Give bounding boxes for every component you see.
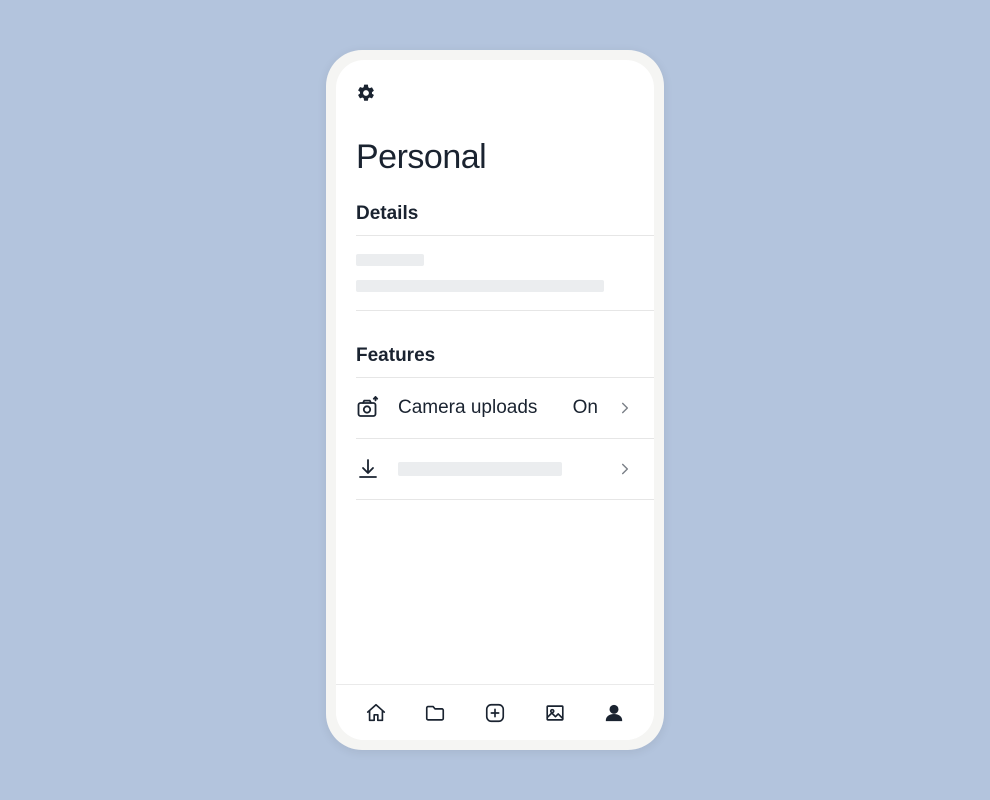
details-heading: Details — [336, 195, 654, 235]
gear-icon[interactable] — [356, 83, 376, 108]
features-heading: Features — [336, 337, 654, 377]
camera-upload-icon — [356, 396, 380, 420]
details-placeholder-line-2 — [356, 280, 604, 292]
divider — [356, 499, 654, 500]
page-title: Personal — [356, 138, 634, 177]
phone-screen: Personal Details Features — [336, 60, 654, 740]
download-row-placeholder — [398, 462, 598, 476]
nav-account[interactable] — [592, 691, 636, 735]
details-placeholder-line-1 — [356, 254, 424, 266]
content-area: Personal Details Features — [336, 60, 654, 684]
bottom-nav — [336, 684, 654, 740]
nav-files[interactable] — [413, 691, 457, 735]
download-row[interactable] — [336, 439, 654, 499]
nav-photos[interactable] — [533, 691, 577, 735]
download-icon — [356, 457, 380, 481]
nav-add[interactable] — [473, 691, 517, 735]
details-block — [336, 236, 654, 310]
phone-frame: Personal Details Features — [326, 50, 664, 750]
chevron-right-icon — [616, 460, 634, 478]
camera-uploads-label: Camera uploads — [398, 397, 555, 419]
header-area: Personal — [336, 60, 654, 177]
camera-uploads-value: On — [573, 397, 598, 419]
camera-uploads-row[interactable]: Camera uploads On — [336, 378, 654, 438]
chevron-right-icon — [616, 399, 634, 417]
nav-home[interactable] — [354, 691, 398, 735]
